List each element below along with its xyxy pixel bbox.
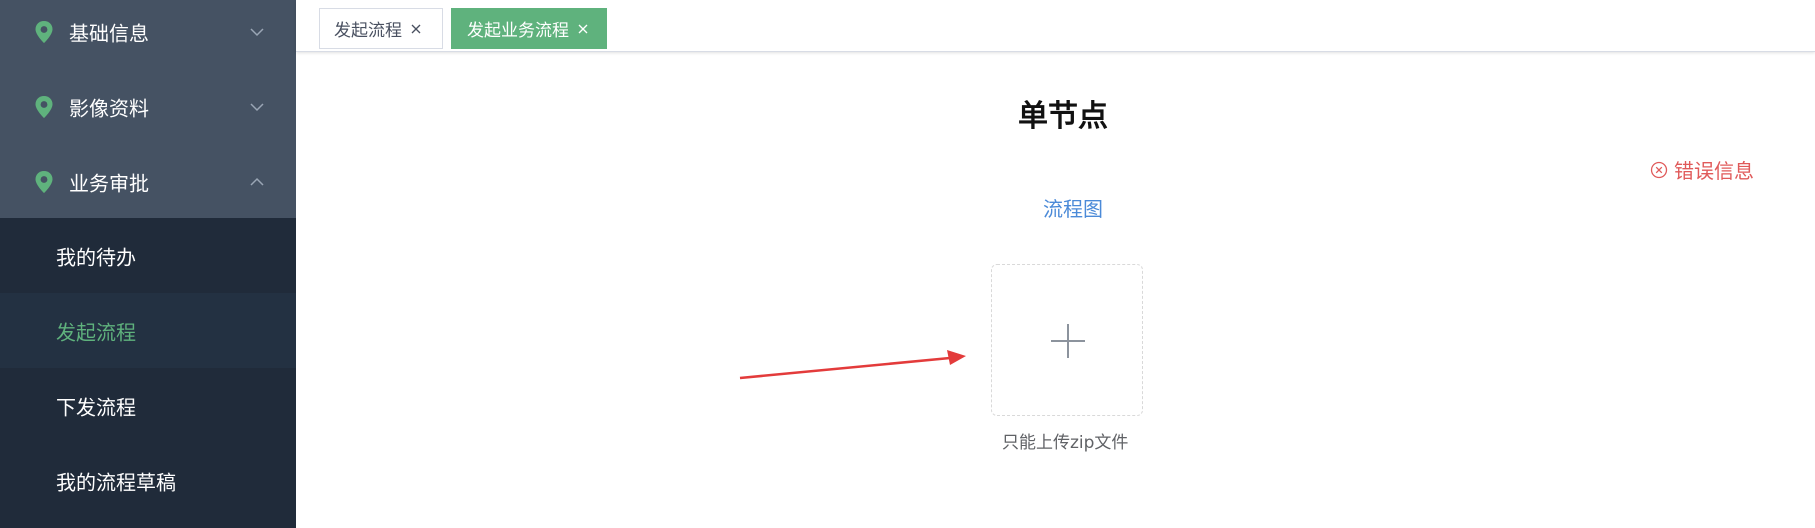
chevron-up-icon: [250, 177, 264, 186]
tab-label: 发起业务流程: [467, 21, 569, 41]
submenu-item-issue-process[interactable]: 下发流程: [0, 368, 296, 443]
map-pin-icon: [35, 170, 53, 193]
submenu-item-start-process[interactable]: 发起流程: [0, 293, 296, 368]
menu-item-label: 业务审批: [69, 171, 149, 195]
upload-tip: 只能上传zip文件: [1002, 433, 1129, 453]
chevron-down-icon: [250, 102, 264, 111]
menu-item-label: 影像资料: [69, 96, 149, 120]
menu-item-label: 基础信息: [69, 21, 149, 45]
submenu-item-label: 我的待办: [56, 245, 136, 269]
map-pin-icon: [35, 95, 53, 118]
page-title: 单节点: [1018, 99, 1108, 134]
chevron-down-icon: [250, 27, 264, 36]
sidebar: 基础信息 影像资料 业务审批 我的待办 发起流程 下发流程 我的流程草稿: [0, 0, 296, 528]
close-icon[interactable]: [410, 23, 422, 35]
menu-item-business-approval[interactable]: 业务审批: [0, 144, 296, 219]
error-info[interactable]: 错误信息: [1650, 155, 1754, 184]
tab-label: 发起流程: [334, 21, 402, 41]
submenu-item-label: 我的流程草稿: [56, 470, 176, 494]
menu-item-image-data[interactable]: 影像资料: [0, 69, 296, 144]
tab-start-business-process[interactable]: 发起业务流程: [451, 8, 607, 49]
error-info-label: 错误信息: [1674, 159, 1754, 183]
submenu-business-approval: 我的待办 发起流程 下发流程 我的流程草稿: [0, 218, 296, 528]
circle-x-icon: [1650, 161, 1668, 178]
upload-dropzone[interactable]: [991, 264, 1143, 416]
plus-icon: [1051, 324, 1085, 358]
flow-chart-link[interactable]: 流程图: [1043, 193, 1103, 222]
submenu-item-my-drafts[interactable]: 我的流程草稿: [0, 443, 296, 518]
submenu-item-my-todo[interactable]: 我的待办: [0, 218, 296, 293]
map-pin-icon: [35, 20, 53, 43]
tab-start-process[interactable]: 发起流程: [319, 8, 443, 49]
close-icon[interactable]: [577, 23, 589, 35]
submenu-item-label: 发起流程: [56, 320, 136, 344]
submenu-item-label: 下发流程: [56, 395, 136, 419]
tabs-bar: 发起流程 发起业务流程: [296, 0, 1815, 52]
red-arrow-annotation: [739, 350, 966, 380]
menu-item-basic-info[interactable]: 基础信息: [0, 0, 296, 69]
